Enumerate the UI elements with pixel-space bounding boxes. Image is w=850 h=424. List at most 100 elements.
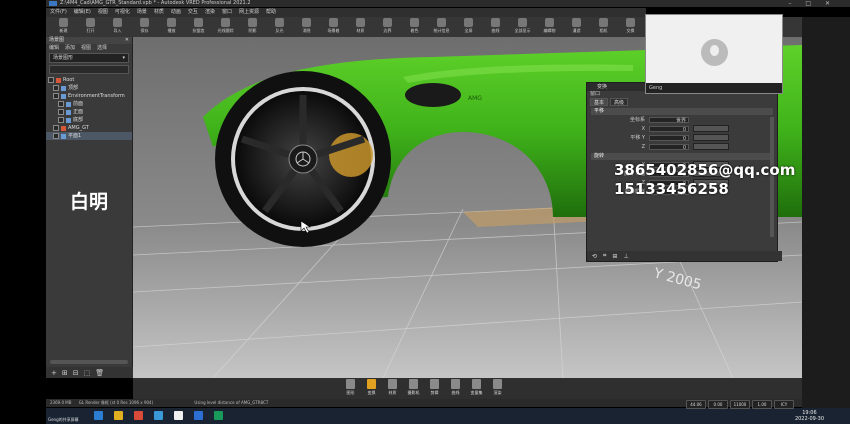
coordinate-field[interactable]: 44.06 — [686, 400, 706, 409]
scenegraph-tool-icon[interactable]: ⊞ — [62, 369, 68, 377]
maximize-icon[interactable]: □ — [805, 0, 817, 7]
tree-node[interactable]: 正面 — [46, 108, 132, 116]
tree-node[interactable]: 平面1 — [46, 132, 132, 140]
coordinate-field[interactable]: 11000 — [730, 400, 750, 409]
toolbar-button[interactable]: 抗锯齿 — [185, 17, 212, 37]
toolbar-button[interactable]: 边界 — [374, 17, 401, 37]
menu-item[interactable]: 编辑(E) — [74, 8, 91, 17]
menu-item[interactable]: 视图 — [98, 8, 108, 17]
tab-advanced[interactable]: 高级 — [610, 98, 629, 106]
close-icon[interactable]: ✕ — [125, 37, 129, 44]
menu-item[interactable]: 交互 — [188, 8, 198, 17]
transform-select[interactable]: 世界 — [649, 116, 689, 124]
toolbar-button[interactable]: 消隐 — [293, 17, 320, 37]
toolbar-button[interactable]: 保存 — [131, 17, 158, 37]
window-controls[interactable]: – □ ✕ — [788, 0, 836, 7]
transform-value-input[interactable]: 0 — [649, 134, 689, 142]
toolbar-button[interactable]: 新建 — [50, 17, 77, 37]
tab-basic[interactable]: 基本 — [590, 98, 609, 106]
value-slider[interactable] — [693, 134, 729, 141]
visibility-checkbox[interactable] — [53, 85, 59, 91]
dock-button[interactable]: 材质 — [383, 379, 402, 396]
scenegraph-menu-item[interactable]: 添加 — [65, 44, 75, 52]
toolbar-button[interactable]: 场景着 — [320, 17, 347, 37]
tree-node[interactable]: 顶部 — [46, 84, 132, 92]
taskbar-app-icon[interactable] — [114, 411, 123, 420]
toolbar-button[interactable]: 光线跟踪 — [212, 17, 239, 37]
visibility-checkbox[interactable] — [53, 93, 59, 99]
visibility-checkbox[interactable] — [58, 101, 64, 107]
dock-button[interactable]: 变换 — [362, 379, 381, 396]
menu-item[interactable]: 文件(F) — [50, 8, 67, 17]
dock-button[interactable]: 变量集 — [467, 379, 486, 396]
dock-button[interactable]: 渲染 — [488, 379, 507, 396]
toolbar-button[interactable]: 全屏 — [455, 17, 482, 37]
scenegraph-menu-item[interactable]: 视图 — [81, 44, 91, 52]
toolbar-button[interactable]: 全部显示 — [509, 17, 536, 37]
toolbar-button[interactable]: 漫游 — [563, 17, 590, 37]
menu-item[interactable]: 动画 — [171, 8, 181, 17]
toolbar-button[interactable]: 曲线 — [482, 17, 509, 37]
scenegraph-tool-icon[interactable]: ⊟ — [73, 369, 79, 377]
coordinate-field[interactable]: 0.00 — [708, 400, 728, 409]
dock-button[interactable]: 图形 — [341, 379, 360, 396]
taskbar-app-icon[interactable] — [174, 411, 183, 420]
menu-item[interactable]: 渲染 — [205, 8, 215, 17]
menu-item[interactable]: 场景 — [137, 8, 147, 17]
menu-item[interactable]: 材质 — [154, 8, 164, 17]
horizontal-scrollbar[interactable] — [50, 360, 128, 364]
visibility-checkbox[interactable] — [58, 117, 64, 123]
toolbar-button[interactable]: 着色 — [401, 17, 428, 37]
toolbar-button[interactable]: 统计信息 — [428, 17, 455, 37]
toolbar-button[interactable]: 导入 — [104, 17, 131, 37]
dock-button[interactable]: 剪辑 — [425, 379, 444, 396]
toolbar-button[interactable]: 反光 — [266, 17, 293, 37]
toolbar-button[interactable]: 编辑物 — [536, 17, 563, 37]
tree-node[interactable]: Root — [46, 76, 132, 84]
dock-button[interactable]: 摄影机 — [404, 379, 423, 396]
menu-item[interactable]: 可视化 — [115, 8, 130, 17]
menu-item[interactable]: 网上资源 — [239, 8, 259, 17]
toolbar-button[interactable]: 阴影 — [239, 17, 266, 37]
scenegraph-tool-icon[interactable]: ⬚ — [84, 369, 91, 377]
tree-node[interactable]: AMG_GT — [46, 124, 132, 132]
transform-value-input[interactable]: 0 — [649, 143, 689, 151]
scenegraph-tool-icon[interactable]: 🗑 — [95, 369, 104, 377]
toolbar-button[interactable]: 播放 — [158, 17, 185, 37]
visibility-checkbox[interactable] — [48, 77, 54, 83]
toolbar-button[interactable]: 相机 — [590, 17, 617, 37]
toolbar-button[interactable]: 打开 — [77, 17, 104, 37]
transform-tool-icon[interactable]: ⟲ — [592, 253, 597, 260]
taskbar-app-icon[interactable] — [214, 411, 223, 420]
scenegraph-type-select[interactable]: 场景图形 ▾ — [49, 53, 129, 63]
dock-button[interactable]: 曲线 — [446, 379, 465, 396]
transform-section-header[interactable]: 平移 — [591, 108, 773, 115]
minimize-icon[interactable]: – — [788, 0, 797, 7]
value-slider[interactable] — [693, 125, 729, 132]
tree-node[interactable]: 前面 — [46, 100, 132, 108]
transform-value-input[interactable]: 0 — [649, 125, 689, 133]
coordinate-field[interactable]: ICY — [774, 400, 794, 409]
taskbar-app-icon[interactable] — [154, 411, 163, 420]
scenegraph-menu-item[interactable]: 选择 — [97, 44, 107, 52]
tree-node[interactable]: EnvironmentTransform — [46, 92, 132, 100]
transform-tool-icon[interactable]: ⌗ — [603, 252, 606, 260]
taskbar-app-icon[interactable] — [94, 411, 103, 420]
scenegraph-menu-item[interactable]: 编辑 — [49, 44, 59, 52]
scenegraph-search-input[interactable] — [49, 65, 129, 74]
toolbar-button[interactable]: 交换 — [617, 17, 644, 37]
coordinate-field[interactable]: 1.00 — [752, 400, 772, 409]
menu-item[interactable]: 帮助 — [266, 8, 276, 17]
transform-tool-icon[interactable]: ⊞ — [612, 253, 617, 260]
transform-section-header[interactable]: 旋转 — [591, 153, 773, 160]
scenegraph-tool-icon[interactable]: + — [51, 369, 57, 377]
taskbar-app-icon[interactable] — [194, 411, 203, 420]
close-icon[interactable]: ✕ — [825, 0, 836, 7]
toolbar-button[interactable]: 材质 — [347, 17, 374, 37]
visibility-checkbox[interactable] — [58, 109, 64, 115]
value-slider[interactable] — [693, 143, 729, 150]
visibility-checkbox[interactable] — [53, 133, 59, 139]
taskbar-app-icon[interactable] — [134, 411, 143, 420]
tree-node[interactable]: 底部 — [46, 116, 132, 124]
visibility-checkbox[interactable] — [53, 125, 59, 131]
